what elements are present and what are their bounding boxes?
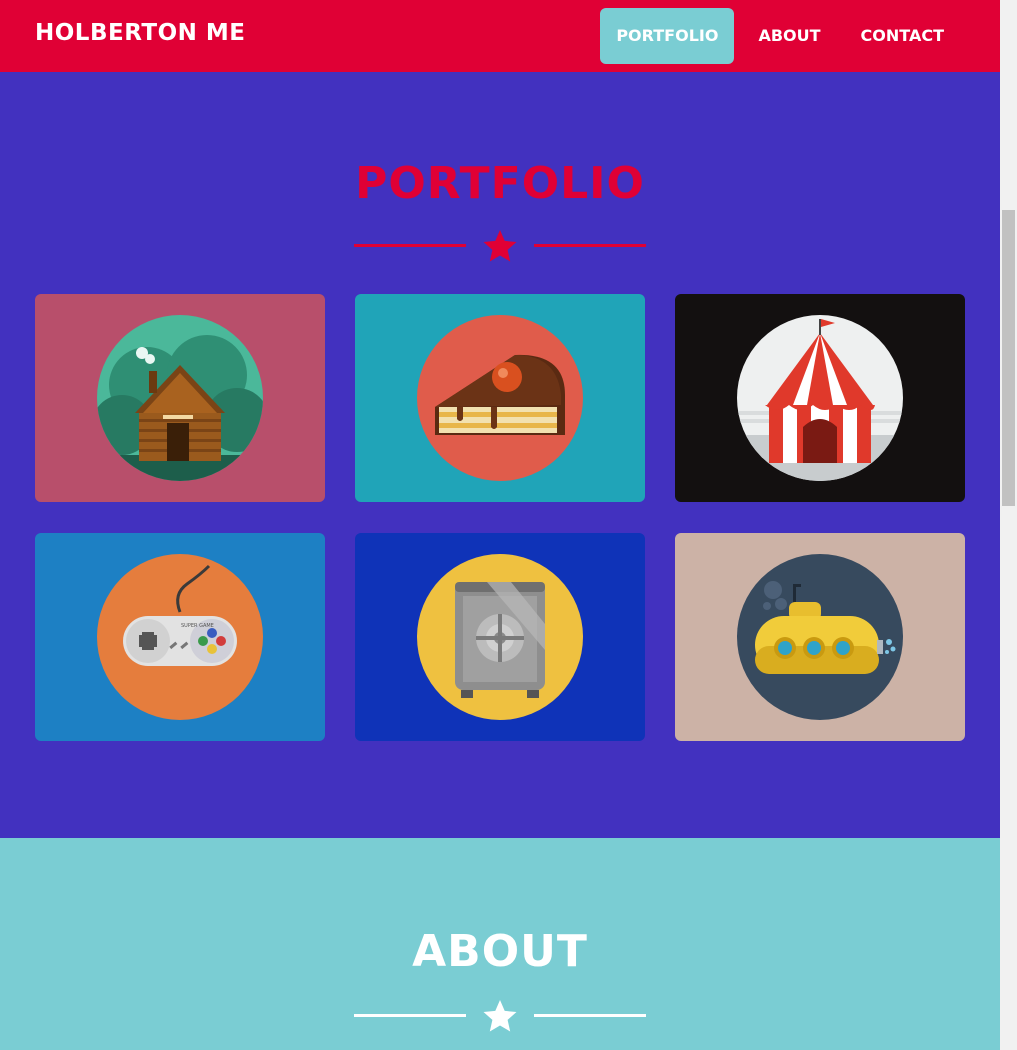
divider-line-right <box>534 1014 646 1017</box>
portfolio-item-cake[interactable] <box>355 294 645 502</box>
safe-icon <box>417 554 583 720</box>
about-divider <box>354 998 646 1034</box>
scrollbar-thumb[interactable] <box>1002 210 1015 506</box>
portfolio-item-game-controller[interactable]: SUPER GAME <box>35 533 325 741</box>
portfolio-item-safe[interactable] <box>355 533 645 741</box>
controller-lettering: SUPER GAME <box>181 623 214 629</box>
page: HOLBERTON ME PORTFOLIO ABOUT CONTACT POR… <box>0 0 1000 1050</box>
star-icon <box>483 230 517 262</box>
nav-link-portfolio[interactable]: PORTFOLIO <box>600 8 735 64</box>
vertical-scrollbar[interactable] <box>1000 0 1017 1050</box>
portfolio-section: PORTFOLIO SUPER GAME <box>0 72 1000 838</box>
nav-link-about[interactable]: ABOUT <box>742 8 836 64</box>
about-section: ABOUT <box>0 838 1000 1050</box>
game-controller-icon: SUPER GAME <box>97 554 263 720</box>
divider-line-left <box>354 1014 466 1017</box>
portfolio-divider <box>354 228 646 264</box>
portfolio-item-cabin[interactable] <box>35 294 325 502</box>
main-nav: PORTFOLIO ABOUT CONTACT <box>592 8 960 64</box>
submarine-icon <box>737 554 903 720</box>
divider-line-left <box>354 244 466 247</box>
portfolio-title: PORTFOLIO <box>355 158 645 209</box>
portfolio-item-circus-tent[interactable] <box>675 294 965 502</box>
star-icon <box>483 1000 517 1032</box>
top-navbar: HOLBERTON ME PORTFOLIO ABOUT CONTACT <box>0 0 1000 72</box>
brand-logo-text[interactable]: HOLBERTON ME <box>35 20 245 46</box>
portfolio-item-submarine[interactable] <box>675 533 965 741</box>
circus-tent-icon <box>737 315 903 481</box>
divider-line-right <box>534 244 646 247</box>
cake-icon <box>417 315 583 481</box>
nav-link-contact[interactable]: CONTACT <box>845 8 960 64</box>
about-title: ABOUT <box>412 926 588 977</box>
cabin-icon <box>97 315 263 481</box>
